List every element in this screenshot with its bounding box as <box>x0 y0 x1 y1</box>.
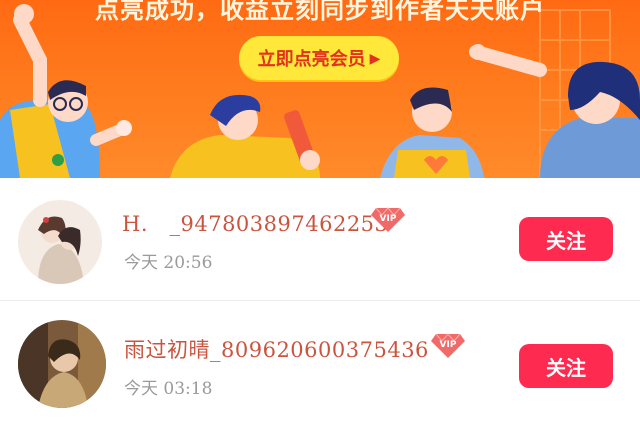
avatar[interactable] <box>18 320 106 408</box>
activate-membership-label: 立即点亮会员 <box>257 49 366 69</box>
username[interactable]: 雨过初晴_809620600375436 <box>124 334 429 364</box>
banner-headline: 点亮成功，收益立刻同步到作者天天账户 <box>95 0 545 24</box>
divider <box>0 300 640 301</box>
timestamp: 今天 03:18 <box>124 379 213 399</box>
vip-diamond-icon: VIP <box>371 207 405 232</box>
vip-badge-label: VIP <box>440 340 457 350</box>
cheering-people-illustration <box>0 4 640 178</box>
follow-button[interactable]: 关注 <box>519 344 613 388</box>
timestamp: 今天 20:56 <box>124 253 213 273</box>
avatar[interactable] <box>18 200 102 284</box>
activate-membership-button[interactable]: 立即点亮会员 ▶ <box>239 36 399 80</box>
vip-diamond-icon: VIP <box>431 333 465 358</box>
vip-badge-label: VIP <box>380 214 397 224</box>
username[interactable]: H. _947803897462253 <box>122 208 388 238</box>
play-arrow-icon: ▶ <box>369 49 381 66</box>
follow-button[interactable]: 关注 <box>519 217 613 261</box>
member-promo-banner[interactable]: 点亮成功，收益立刻同步到作者天天账户 立即点亮会员 ▶ <box>0 0 640 178</box>
